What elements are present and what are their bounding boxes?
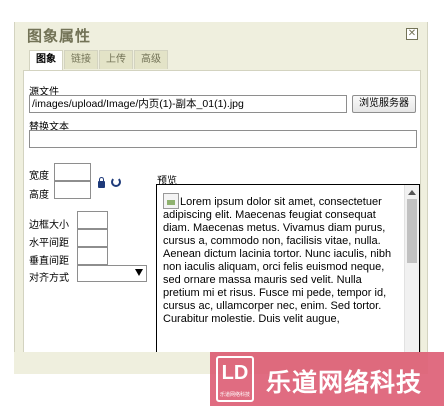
tab-link[interactable]: 链接 (64, 50, 98, 69)
preview-lorem: Lorem ipsum dolor sit amet, consectetuer… (163, 196, 392, 325)
image-properties-dialog: 图象属性 ✕ 图象 链接 上传 高级 源文件 /images/upload/Im… (14, 22, 428, 374)
width-label: 宽度 (29, 171, 49, 182)
reset-size-icon[interactable] (111, 177, 121, 187)
preview-scrollbar[interactable] (404, 185, 419, 363)
height-input[interactable] (54, 181, 91, 199)
watermark-logo-letters: LD (221, 362, 249, 384)
watermark-logo-subtitle: 乐道网络科技 (219, 392, 250, 398)
lock-ratio-icon[interactable] (98, 177, 105, 188)
hspace-label: 水平间距 (29, 238, 69, 249)
alt-text-input[interactable] (29, 130, 417, 148)
tab-image[interactable]: 图象 (29, 50, 63, 70)
scroll-thumb[interactable] (407, 199, 417, 263)
vspace-label: 垂直间距 (29, 256, 69, 267)
watermark-banner: LD 乐道网络科技 乐道网络科技 (210, 352, 444, 406)
dialog-title: 图象属性 (27, 28, 92, 45)
watermark-text: 乐道网络科技 (266, 369, 423, 397)
watermark-logo: LD 乐道网络科技 (216, 356, 254, 402)
browse-server-button[interactable]: 浏览服务器 (352, 95, 416, 113)
align-select[interactable] (77, 265, 147, 282)
vspace-input[interactable] (77, 247, 108, 265)
width-input[interactable] (54, 163, 91, 181)
height-label: 高度 (29, 190, 49, 201)
tab-bar: 图象 链接 上传 高级 (29, 50, 169, 70)
preview-text: Lorem ipsum dolor sit amet, consectetuer… (163, 193, 401, 326)
align-label: 对齐方式 (29, 273, 69, 284)
tab-advanced[interactable]: 高级 (134, 50, 168, 69)
broken-image-icon (163, 193, 179, 209)
source-url-input[interactable]: /images/upload/Image/内页(1)-副本_01(1).jpg (29, 95, 347, 113)
border-input[interactable] (77, 211, 108, 229)
hspace-input[interactable] (77, 229, 108, 247)
preview-box: Lorem ipsum dolor sit amet, consectetuer… (156, 184, 420, 364)
image-tab-panel: 源文件 /images/upload/Image/内页(1)-副本_01(1).… (23, 70, 421, 366)
close-button[interactable]: ✕ (406, 28, 418, 40)
scroll-up-icon[interactable] (408, 190, 416, 195)
border-label: 边框大小 (29, 220, 69, 231)
tab-upload[interactable]: 上传 (99, 50, 133, 69)
chevron-down-icon (135, 269, 143, 276)
